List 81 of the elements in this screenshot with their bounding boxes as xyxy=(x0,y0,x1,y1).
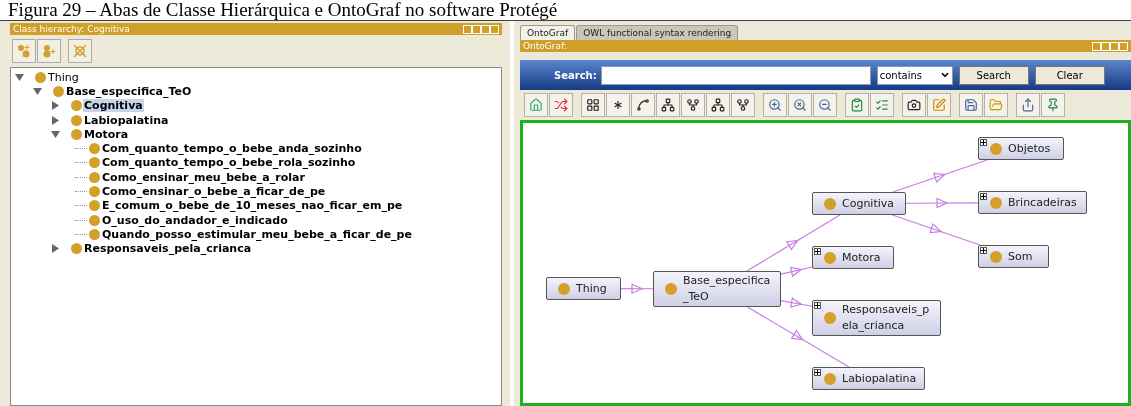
plus-icon[interactable] xyxy=(814,302,821,309)
tree-layout-icon xyxy=(711,98,725,112)
tab[interactable]: OWL functional syntax rendering xyxy=(576,25,739,40)
toolbar-button[interactable] xyxy=(656,93,680,117)
zoom-out-icon xyxy=(818,98,832,112)
search-bar-button[interactable]: Search xyxy=(958,65,1029,85)
search-label: Search: xyxy=(554,68,597,83)
tab[interactable]: OntoGraf xyxy=(520,25,576,40)
graph-node[interactable]: Motora xyxy=(812,246,894,269)
zoom-reset-icon xyxy=(793,98,807,112)
toolbar-button[interactable] xyxy=(731,93,755,117)
tree-item[interactable]: Com_quanto_tempo_o_bebe_rola_sozinho xyxy=(101,156,357,170)
node-label: Base_especifica_TeO xyxy=(683,273,772,305)
graph-node[interactable]: Responsaveis_pela_crianca xyxy=(812,300,941,336)
tree-item[interactable]: Motora xyxy=(83,127,130,141)
toolbar-button[interactable] xyxy=(902,93,926,117)
line-icon xyxy=(636,98,650,112)
tree-item[interactable]: Cognitiva xyxy=(83,99,144,113)
delete-icon xyxy=(73,44,87,58)
mode-dropdown[interactable]: contains xyxy=(876,65,953,85)
tree-item[interactable]: Como_ensinar_meu_bebe_a_rolar xyxy=(101,170,306,184)
toolbar-button[interactable] xyxy=(581,93,605,117)
graph-node[interactable]: Som xyxy=(978,245,1049,268)
save-icon xyxy=(964,98,978,112)
dropdown-caret-icon xyxy=(939,70,950,80)
tree-layout-icon xyxy=(661,98,675,112)
toolbar-button[interactable] xyxy=(631,93,655,117)
checklist-icon xyxy=(850,98,864,112)
panel-title: Class hierarchy: Cognitiva xyxy=(13,24,130,34)
tree-item[interactable]: Thing xyxy=(47,70,80,84)
plus-icon[interactable] xyxy=(980,247,987,254)
add-subclass-icon xyxy=(17,44,31,58)
list-checks-icon xyxy=(875,98,889,112)
grid-icon xyxy=(586,98,600,112)
camera-icon xyxy=(907,98,921,112)
node-label: Brincadeiras xyxy=(1008,194,1077,211)
node-label: Thing xyxy=(576,280,607,297)
expanded-toggle-icon[interactable] xyxy=(51,129,60,139)
node-label: Objetos xyxy=(1008,140,1051,157)
node-label: Motora xyxy=(842,249,881,266)
starburst-icon xyxy=(611,98,625,112)
node-label: Labiopalatina xyxy=(842,370,917,387)
toolbar-button[interactable] xyxy=(706,93,730,117)
plus-icon[interactable] xyxy=(980,193,987,200)
graph-node[interactable]: Objetos xyxy=(978,137,1064,160)
node-label: Cognitiva xyxy=(842,195,895,212)
node-label: Som xyxy=(1008,248,1033,265)
tree-item[interactable]: Quando_posso_estimular_meu_bebe_a_ficar_de_pe xyxy=(101,227,413,241)
horizontal-tree-icon xyxy=(686,98,700,112)
edge-arrow xyxy=(620,283,654,295)
graph-node[interactable]: Thing xyxy=(546,277,621,300)
graph-node[interactable]: Base_especifica_TeO xyxy=(653,271,781,307)
tree-item[interactable]: Labiopalatina xyxy=(83,113,170,127)
plus-icon[interactable] xyxy=(814,369,821,376)
tree-item[interactable]: Com_quanto_tempo_o_bebe_anda_sozinho xyxy=(101,142,363,156)
add-sibling-icon xyxy=(42,44,56,58)
figure-caption: Figura 29 – Abas de Classe Hierárquica e OntoGraf no software Protégé xyxy=(7,0,559,20)
search-bar-button[interactable]: Clear xyxy=(1034,65,1105,85)
folder-icon xyxy=(989,98,1003,112)
horizontal-tree-icon xyxy=(736,98,750,112)
panel-title: OntoGraf: xyxy=(523,41,567,51)
graph-node[interactable]: Cognitiva xyxy=(812,192,906,215)
tree-item[interactable]: O_uso_do_andador_e_indicado xyxy=(101,213,289,227)
collapsed-toggle-icon[interactable] xyxy=(51,244,60,254)
toolbar-button[interactable] xyxy=(681,93,705,117)
search-field[interactable] xyxy=(600,65,871,85)
plus-icon[interactable] xyxy=(814,248,821,255)
export-icon xyxy=(1021,98,1035,112)
graph-node[interactable]: Labiopalatina xyxy=(812,367,925,390)
tree-item[interactable]: Base_especifica_TeO xyxy=(65,84,193,98)
zoom-in-icon xyxy=(768,98,782,112)
tree-item[interactable]: E_comum_o_bebe_de_10_meses_nao_ficar_em_pe xyxy=(101,199,404,213)
edit-icon xyxy=(932,98,946,112)
tree-item[interactable]: Como_ensinar_o_bebe_a_ficar_de_pe xyxy=(101,185,327,198)
home-icon xyxy=(529,98,543,112)
graph-node[interactable]: Brincadeiras xyxy=(978,191,1087,214)
plus-icon[interactable] xyxy=(980,139,987,146)
branches-icon xyxy=(554,98,568,112)
tree-item[interactable]: Responsaveis_pela_crianca xyxy=(83,242,253,256)
node-label: Responsaveis_pela_crianca xyxy=(842,302,931,334)
pin-icon xyxy=(1046,98,1060,112)
